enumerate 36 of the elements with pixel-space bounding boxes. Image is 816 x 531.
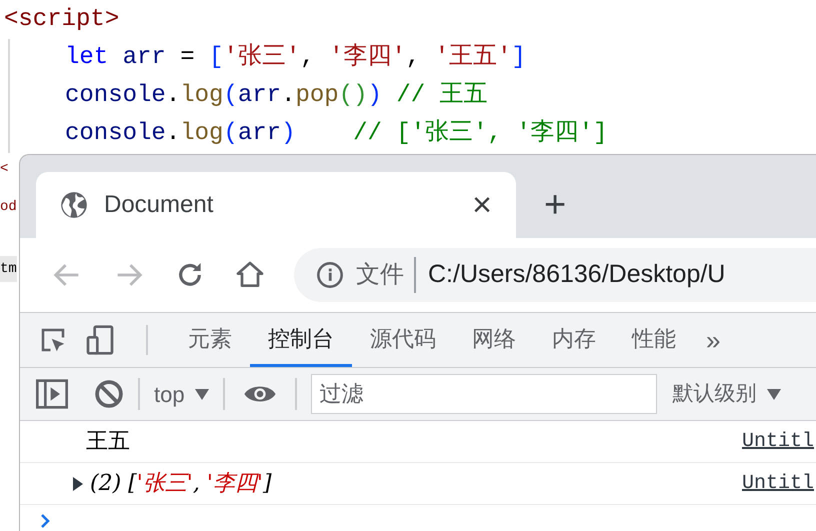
url-text: C:/Users/86136/Desktop/U <box>428 259 726 290</box>
context-select[interactable]: top <box>154 378 209 410</box>
expand-icon[interactable] <box>73 476 83 490</box>
devtools-tab[interactable]: 元素 <box>170 313 250 367</box>
device-icon[interactable] <box>84 324 116 356</box>
code-fragment: od <box>0 198 17 217</box>
more-tabs-button[interactable]: » <box>694 313 720 367</box>
code-line: console.log(arr) // ['张三', '李四'] <box>65 118 608 149</box>
devtools-tab[interactable]: 内存 <box>534 313 614 367</box>
devtools-tab[interactable]: 性能 <box>614 313 694 367</box>
filter-field[interactable]: 过滤 <box>310 374 657 414</box>
code-fragment: tm <box>0 256 17 282</box>
globe-icon <box>60 191 88 219</box>
new-tab-button[interactable]: + <box>544 186 566 224</box>
code-line: <script> <box>4 5 120 35</box>
level-select[interactable]: 默认级别 <box>672 378 781 410</box>
console-message: 王五 <box>86 428 131 456</box>
tab-title: Document <box>104 190 214 220</box>
scheme-label: 文件 <box>356 257 416 293</box>
source-link[interactable]: Untitl <box>742 468 816 498</box>
console-message: (2) ['张三', '李四'] <box>89 470 273 498</box>
code-line: let arr = ['张三', '李四', '王五'] <box>65 42 526 73</box>
clear-icon[interactable] <box>94 379 124 409</box>
close-tab-button[interactable]: × <box>472 188 492 222</box>
dropdown-icon <box>766 388 781 400</box>
info-icon[interactable] <box>316 261 344 289</box>
sidebar-toggle-icon[interactable] <box>36 379 68 409</box>
code-fragment: < <box>0 160 8 179</box>
source-link[interactable]: Untitl <box>742 426 816 456</box>
devtools-tab[interactable]: 网络 <box>454 313 534 367</box>
browser-tab[interactable]: Document × <box>36 172 516 238</box>
prompt-icon <box>38 513 52 529</box>
code-line: console.log(arr.pop()) // 王五 <box>65 81 488 111</box>
devtools-tab[interactable]: 源代码 <box>352 313 454 367</box>
dropdown-icon <box>194 388 209 400</box>
address-bar[interactable]: 文件 C:/Users/86136/Desktop/U <box>294 248 816 302</box>
